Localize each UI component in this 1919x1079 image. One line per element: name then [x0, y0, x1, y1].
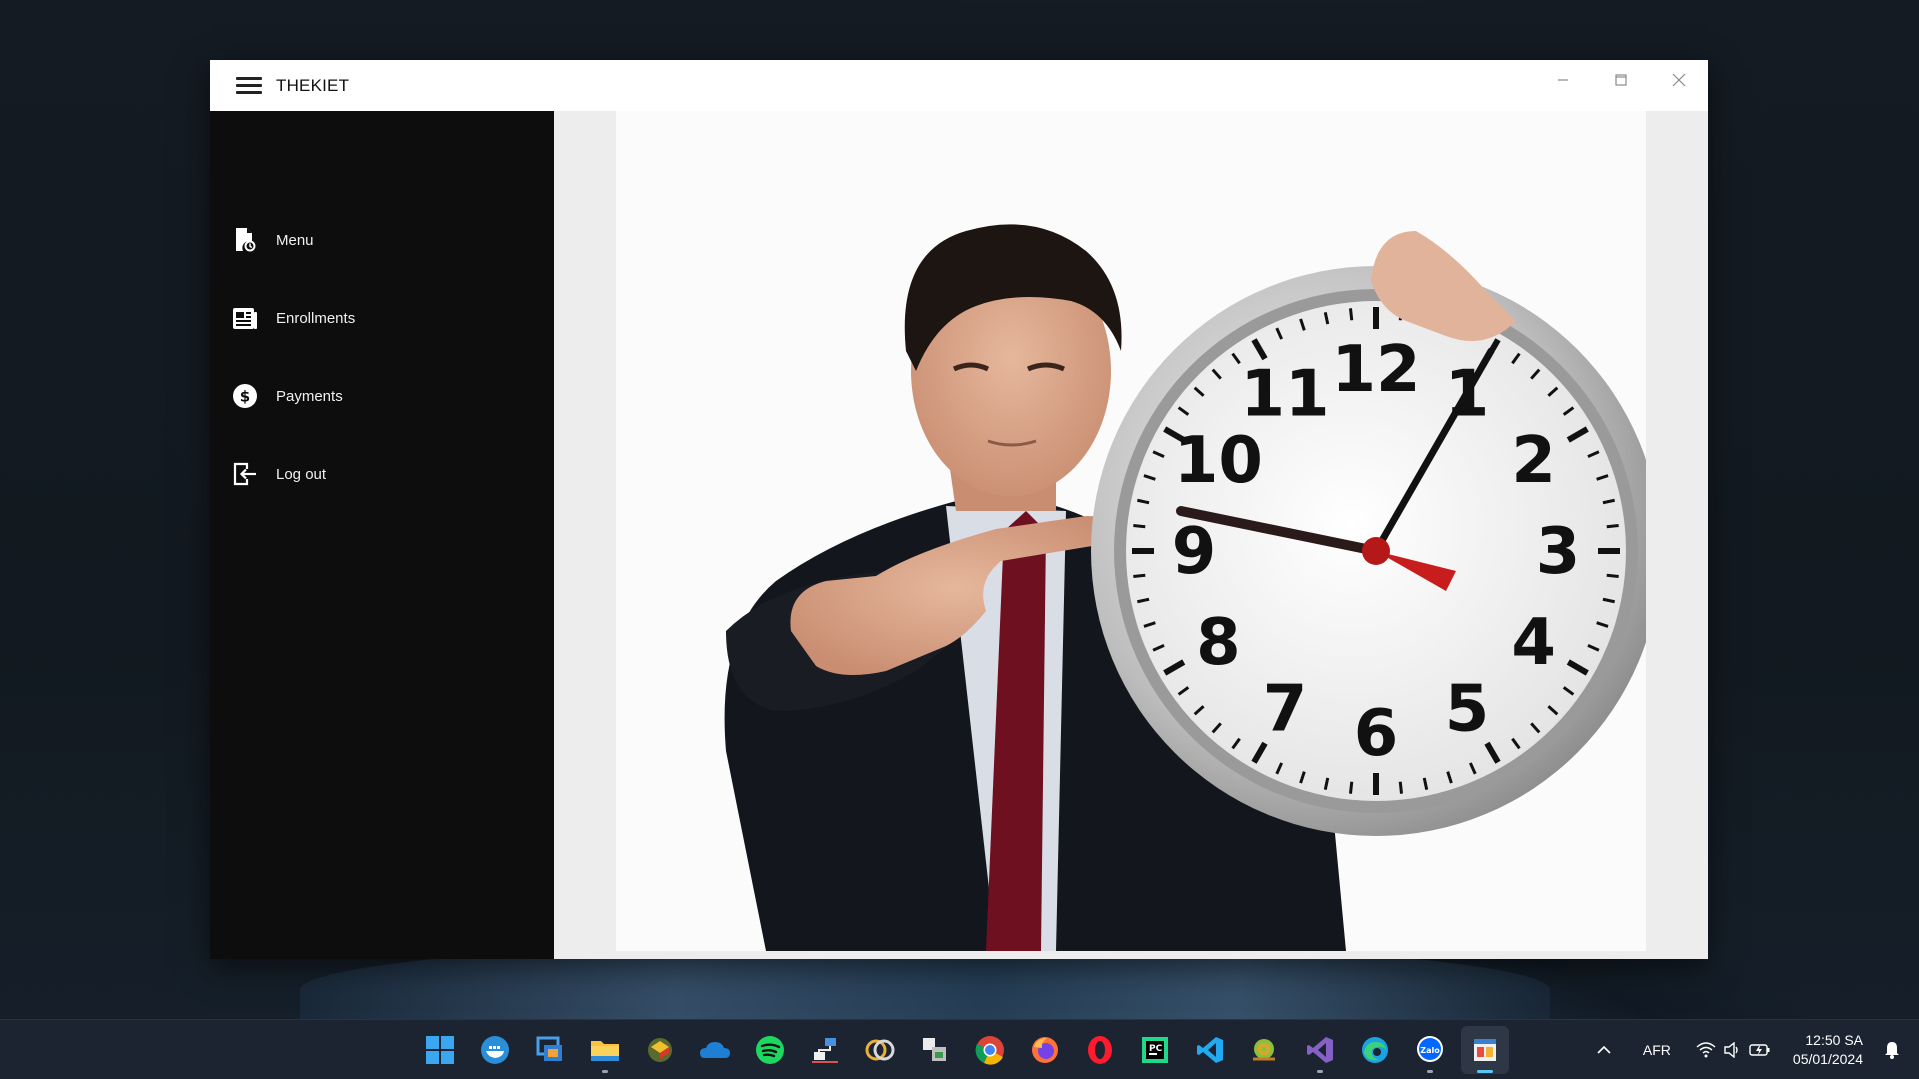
- hero-image: 121234567891011: [616, 111, 1646, 951]
- sidebar: Menu Enrollments $ Payments Log out: [210, 111, 554, 959]
- opera-icon[interactable]: [1076, 1026, 1124, 1074]
- spotify-icon[interactable]: [746, 1026, 794, 1074]
- chrome-icon[interactable]: [966, 1026, 1014, 1074]
- clock-numeral: 11: [1240, 357, 1329, 431]
- windows-start-icon[interactable]: [416, 1026, 464, 1074]
- main-content: 121234567891011: [554, 111, 1708, 959]
- chevron-up-icon[interactable]: [1587, 1045, 1621, 1055]
- vscode-icon[interactable]: [1186, 1026, 1234, 1074]
- clock-tick: [1133, 573, 1146, 578]
- clock-numeral: 4: [1511, 606, 1556, 680]
- app-title: THEKIET: [276, 75, 350, 95]
- window-controls: [1534, 60, 1708, 100]
- colored-app-icon[interactable]: [636, 1026, 684, 1074]
- zalo-icon[interactable]: Zalo: [1406, 1026, 1454, 1074]
- clock-tick: [1606, 573, 1619, 578]
- clock-date: 05/01/2024: [1792, 1051, 1863, 1067]
- snail-app-icon[interactable]: [1241, 1026, 1289, 1074]
- volume-icon[interactable]: [1719, 1042, 1745, 1058]
- visual-studio-icon[interactable]: [1296, 1026, 1344, 1074]
- maximize-icon: [1615, 74, 1627, 86]
- sidebar-item-label: Menu: [276, 231, 314, 249]
- sidebar-item-payments[interactable]: $ Payments: [210, 357, 554, 435]
- taskbar: PC Zalo AFR 12:50 SA 05/01/2024: [0, 1019, 1919, 1079]
- svg-text:$: $: [240, 388, 250, 406]
- clock-time: 12:50 SA: [1805, 1032, 1863, 1048]
- minimize-button[interactable]: [1534, 60, 1592, 100]
- system-tray: AFR 12:50 SA 05/01/2024: [1587, 1020, 1919, 1079]
- logout-icon: [230, 459, 260, 489]
- onedrive-icon[interactable]: [691, 1026, 739, 1074]
- app-window: THEKIET Menu Enrollments $ Payments Log …: [210, 60, 1708, 959]
- svg-text:PC: PC: [1149, 1044, 1163, 1054]
- zalo-label: Zalo: [1420, 1046, 1440, 1055]
- clock-numeral: 2: [1511, 424, 1556, 498]
- sidebar-nav: Menu Enrollments $ Payments Log out: [210, 201, 554, 513]
- remote-desktop-icon[interactable]: [526, 1026, 574, 1074]
- clock-numeral: 5: [1445, 673, 1490, 747]
- sidebar-item-label: Log out: [276, 465, 327, 483]
- clock-numeral: 3: [1536, 515, 1581, 589]
- jetbrains-icon[interactable]: PC: [1131, 1026, 1179, 1074]
- battery-charging-icon[interactable]: [1745, 1043, 1775, 1057]
- sidebar-item-menu[interactable]: Menu: [210, 201, 554, 279]
- close-button[interactable]: [1650, 60, 1708, 100]
- close-icon: [1672, 73, 1686, 87]
- taskbar-clock[interactable]: 12:50 SA 05/01/2024: [1793, 1031, 1863, 1069]
- winforms-app-icon[interactable]: [1461, 1026, 1509, 1074]
- hamburger-menu-icon[interactable]: [236, 76, 262, 96]
- clock-tick: [1349, 781, 1354, 794]
- clock-numeral: 9: [1172, 515, 1217, 589]
- clock-tick: [1606, 524, 1619, 529]
- rings-app-icon[interactable]: [856, 1026, 904, 1074]
- maximize-button[interactable]: [1592, 60, 1650, 100]
- clock-tick: [1398, 781, 1403, 794]
- notification-bell-icon[interactable]: [1877, 1041, 1907, 1059]
- network-tool-icon[interactable]: [801, 1026, 849, 1074]
- sidebar-item-label: Enrollments: [276, 309, 356, 327]
- clock-numeral: 8: [1196, 606, 1241, 680]
- sidebar-item-enrollments[interactable]: Enrollments: [210, 279, 554, 357]
- man-with-clock-illustration: 121234567891011: [724, 224, 1646, 951]
- docker-icon[interactable]: [471, 1026, 519, 1074]
- store-tool-icon[interactable]: [911, 1026, 959, 1074]
- clock-numeral: 7: [1263, 673, 1308, 747]
- clock-tick: [1133, 524, 1146, 529]
- file-explorer-icon[interactable]: [581, 1026, 629, 1074]
- clock-numeral: 12: [1331, 333, 1420, 407]
- clock-tick: [1349, 308, 1354, 321]
- enrollments-list-icon: [230, 303, 260, 333]
- clock-numeral: 10: [1174, 424, 1263, 498]
- taskbar-apps: PC Zalo: [416, 1026, 1509, 1074]
- clock-numeral: 6: [1354, 697, 1399, 771]
- minimize-icon: [1558, 79, 1568, 81]
- dollar-circle-icon: $: [230, 381, 260, 411]
- sidebar-item-label: Payments: [276, 387, 343, 405]
- firefox-icon[interactable]: [1021, 1026, 1069, 1074]
- language-indicator[interactable]: AFR: [1631, 1042, 1683, 1058]
- edge-icon[interactable]: [1351, 1026, 1399, 1074]
- sidebar-item-logout[interactable]: Log out: [210, 435, 554, 513]
- title-bar: THEKIET: [210, 60, 1708, 111]
- wifi-icon[interactable]: [1693, 1042, 1719, 1058]
- menu-document-icon: [230, 225, 260, 255]
